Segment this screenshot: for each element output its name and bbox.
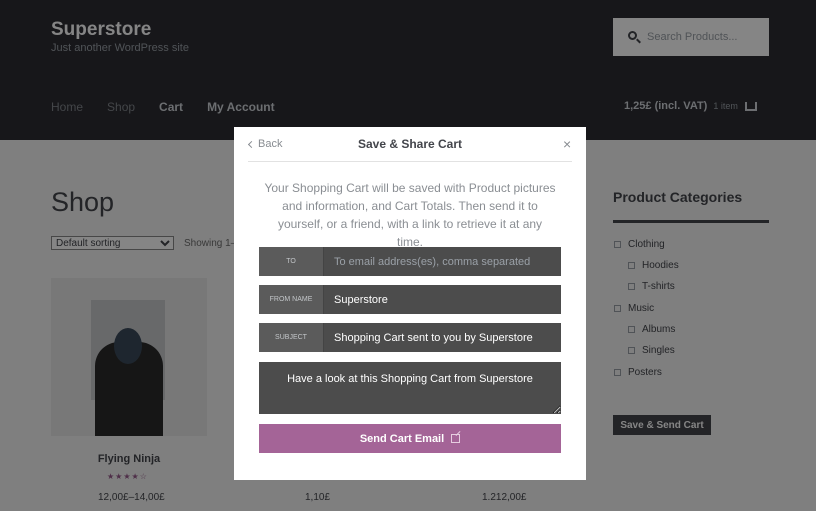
subject-input[interactable]: [324, 323, 561, 352]
send-cart-email-button[interactable]: Send Cart Email: [259, 424, 561, 453]
close-icon[interactable]: ×: [563, 136, 571, 152]
modal-title: Save & Share Cart: [357, 137, 463, 151]
to-email-input[interactable]: [324, 247, 561, 276]
external-link-icon: [451, 434, 461, 443]
subject-label: SUBJECT: [259, 323, 324, 352]
send-label: Send Cart Email: [359, 432, 445, 445]
from-name-input[interactable]: [324, 285, 561, 314]
to-field: TO: [259, 247, 561, 276]
subject-field: SUBJECT: [259, 323, 561, 352]
to-label: TO: [259, 247, 324, 276]
from-name-label: FROM NAME: [259, 285, 324, 314]
message-textarea[interactable]: Have a look at this Shopping Cart from S…: [259, 362, 561, 414]
modal-intro: Your Shopping Cart will be saved with Pr…: [264, 181, 556, 249]
from-name-field: FROM NAME: [259, 285, 561, 314]
modal-divider: [248, 161, 572, 162]
save-share-cart-modal: Back Save & Share Cart × Your Shopping C…: [234, 127, 586, 480]
